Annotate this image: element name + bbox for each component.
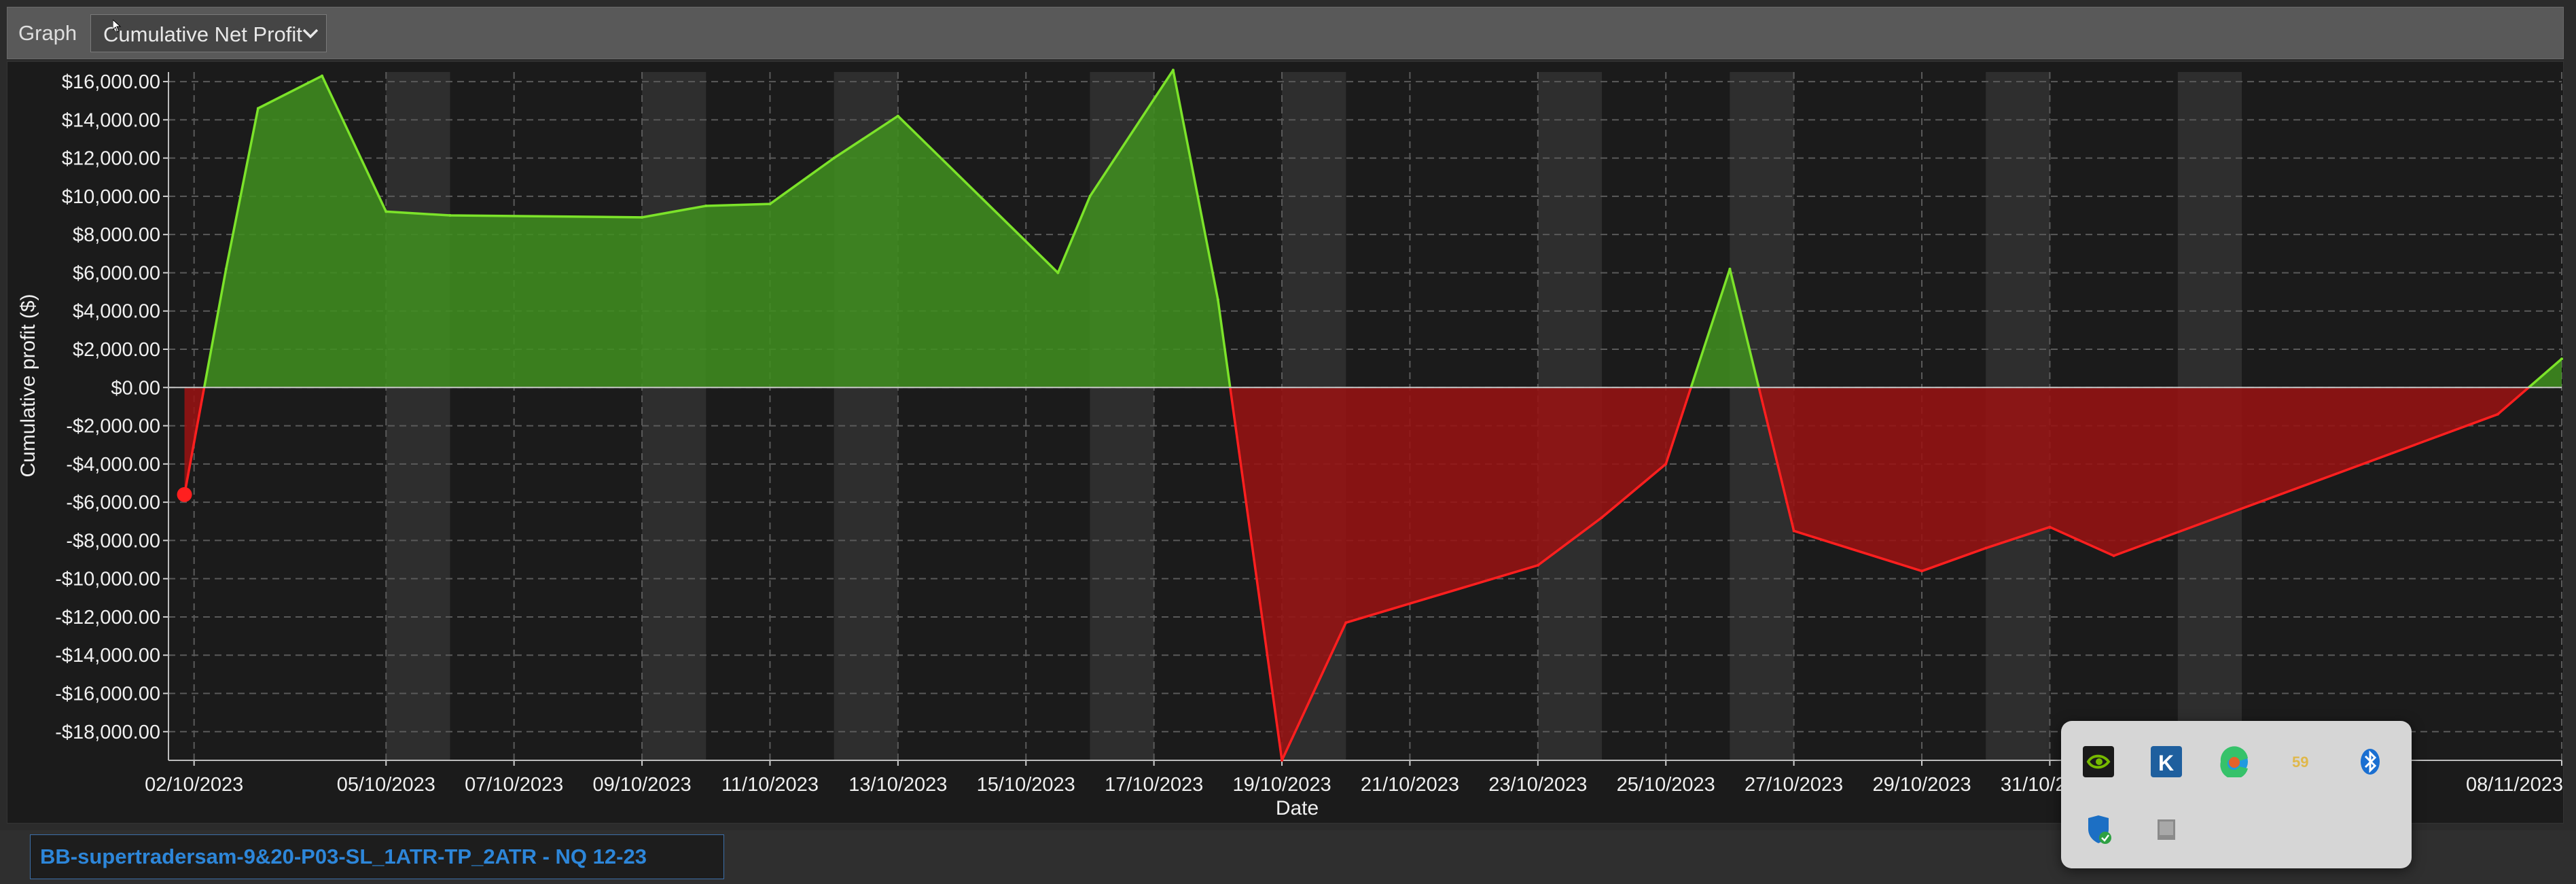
k-app-icon[interactable]: K	[2151, 746, 2182, 777]
badge-59-text: 59	[2292, 754, 2308, 771]
x-tick-label: 17/10/2023	[1105, 774, 1203, 796]
y-tick-label: -$12,000.00	[55, 607, 160, 629]
x-tick-label: 11/10/2023	[721, 774, 819, 796]
data-point	[1792, 529, 1795, 533]
y-tick-label: $12,000.00	[62, 148, 160, 170]
y-tick-label: -$18,000.00	[55, 722, 160, 743]
data-point	[1344, 621, 1348, 624]
x-axis-title: Date	[1276, 797, 1319, 819]
bluetooth-icon[interactable]	[2355, 746, 2386, 777]
y-tick-label: $0.00	[111, 377, 160, 399]
data-point	[768, 202, 772, 206]
data-point	[2112, 554, 2115, 557]
y-tick-label: -$14,000.00	[55, 645, 160, 667]
y-tick-label: $10,000.00	[62, 186, 160, 208]
data-point	[1056, 271, 1060, 275]
data-point	[1281, 759, 1284, 762]
x-tick-label: 25/10/2023	[1617, 774, 1715, 796]
data-point	[704, 204, 708, 207]
x-tick-label: 19/10/2023	[1232, 774, 1331, 796]
data-point	[2496, 412, 2499, 416]
data-point	[1171, 69, 1175, 72]
graph-label: Graph	[18, 21, 77, 45]
y-tick-label: -$16,000.00	[55, 684, 160, 705]
x-tick-label: 02/10/2023	[145, 774, 243, 796]
svg-text:K: K	[2158, 751, 2174, 775]
start-point-marker	[177, 487, 192, 502]
data-point	[1984, 546, 1988, 550]
y-tick-label: -$10,000.00	[55, 569, 160, 590]
x-tick-label: 29/10/2023	[1872, 774, 1971, 796]
x-tick-label: 23/10/2023	[1488, 774, 1587, 796]
x-tick-label: 13/10/2023	[848, 774, 947, 796]
y-tick-label: -$8,000.00	[66, 530, 160, 552]
data-point	[1600, 516, 1604, 519]
y-tick-label: -$2,000.00	[66, 416, 160, 438]
data-point	[1216, 298, 1219, 301]
app-window-icon[interactable]	[2151, 814, 2182, 845]
data-point	[224, 267, 228, 270]
x-tick-label: 15/10/2023	[977, 774, 1075, 796]
data-point	[1920, 569, 1924, 573]
y-tick-label: -$6,000.00	[66, 492, 160, 514]
chevron-down-icon	[302, 29, 319, 39]
chart-panel: $16,000.00 $14,000.00 $12,000.00 $10,000.00…	[7, 61, 2564, 824]
data-point	[1088, 194, 1092, 198]
y-tick-label: $14,000.00	[62, 109, 160, 131]
graph-toolbar: Graph Cumulative Net Profit	[7, 7, 2564, 59]
data-point	[1664, 462, 1668, 465]
graph-type-dropdown[interactable]: Cumulative Net Profit	[90, 14, 327, 52]
data-point	[448, 214, 452, 217]
system-tray-popup: K 59	[2061, 721, 2412, 868]
x-tick-label: 21/10/2023	[1361, 774, 1459, 796]
data-point	[1728, 267, 1732, 270]
y-tick-label: -$4,000.00	[66, 454, 160, 476]
graph-type-value: Cumulative Net Profit	[103, 22, 302, 46]
y-tick-label: $16,000.00	[62, 71, 160, 93]
x-tick-label: 05/10/2023	[337, 774, 435, 796]
data-point	[256, 107, 260, 110]
weekend-band	[642, 72, 706, 760]
y-axis-title: Cumulative profit ($)	[17, 294, 39, 477]
strategy-tab[interactable]: BB-supertradersam-9&20-P03-SL_1ATR-TP_2A…	[30, 834, 724, 879]
y-tick-label: $2,000.00	[73, 339, 160, 361]
data-point	[2560, 357, 2563, 361]
y-tick-label: $8,000.00	[73, 224, 160, 246]
strategy-tab-label: BB-supertradersam-9&20-P03-SL_1ATR-TP_2A…	[40, 845, 647, 868]
data-point	[2048, 525, 2052, 529]
data-point	[832, 156, 836, 160]
y-tick-label: $4,000.00	[73, 301, 160, 323]
badge-59-icon[interactable]: 59	[2287, 746, 2318, 777]
data-point	[641, 215, 644, 219]
weekend-band	[386, 72, 450, 760]
x-tick-label: 09/10/2023	[592, 774, 691, 796]
data-point	[384, 210, 388, 213]
nvidia-icon[interactable]	[2083, 746, 2114, 777]
mouse-pointer-icon	[113, 20, 122, 33]
x-tick-label: 08/11/2023	[2466, 774, 2563, 796]
edge-icon[interactable]	[2219, 746, 2250, 779]
y-tick-label: $6,000.00	[73, 262, 160, 284]
x-tick-label: 07/10/2023	[465, 774, 563, 796]
data-point	[321, 74, 324, 77]
cumulative-profit-chart: $16,000.00 $14,000.00 $12,000.00 $10,000.00…	[17, 69, 2563, 819]
data-point	[896, 114, 899, 118]
data-point	[1536, 563, 1539, 567]
x-tick-label: 27/10/2023	[1745, 774, 1843, 796]
defender-shield-icon[interactable]	[2083, 814, 2114, 845]
